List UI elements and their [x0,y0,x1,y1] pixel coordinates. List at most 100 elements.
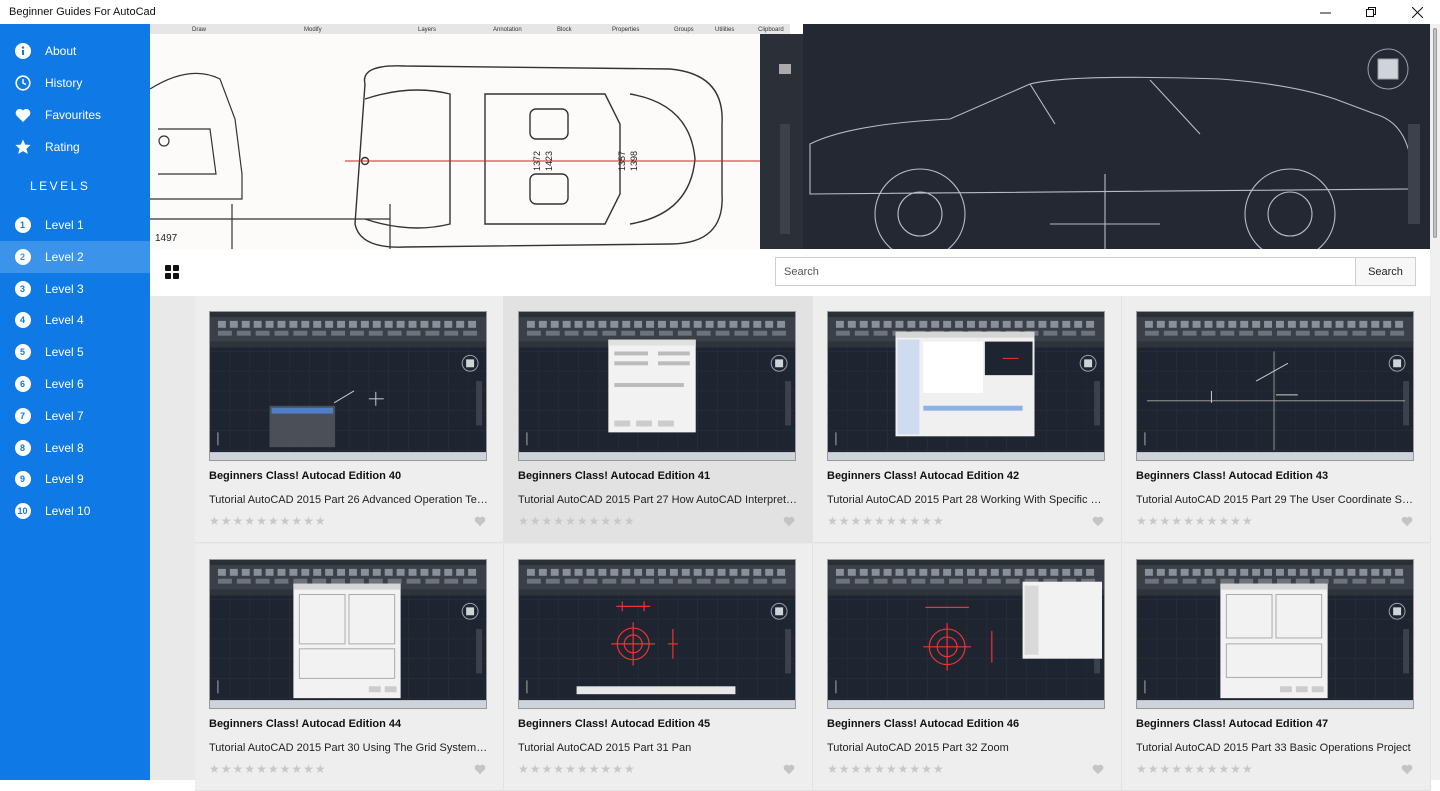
restore-button[interactable] [1348,0,1394,24]
sidebar-item-about[interactable]: About [0,35,150,67]
star-rating-icon[interactable]: ★ [1148,515,1159,527]
favourite-heart-icon[interactable] [783,516,795,527]
star-rating[interactable]: ★ ★ ★ ★ ★ ★ ★ ★ ★ ★ [1136,763,1253,775]
star-rating-icon[interactable]: ★ [518,763,529,775]
star-rating-icon[interactable]: ★ [565,763,576,775]
star-rating-icon[interactable]: ★ [612,515,623,527]
star-rating-icon[interactable]: ★ [291,515,302,527]
star-rating-icon[interactable]: ★ [233,763,244,775]
star-rating-icon[interactable]: ★ [1171,763,1182,775]
star-rating-icon[interactable]: ★ [1148,763,1159,775]
video-card[interactable]: Beginners Class! Autocad Edition 42 Tutor… [813,296,1122,543]
star-rating-icon[interactable]: ★ [612,763,623,775]
star-rating-icon[interactable]: ★ [530,763,541,775]
star-rating-icon[interactable]: ★ [933,763,944,775]
sidebar-item-level-2[interactable]: 2 Level 2 [0,240,150,273]
star-rating-icon[interactable]: ★ [862,763,873,775]
star-rating-icon[interactable]: ★ [851,763,862,775]
video-thumbnail[interactable] [209,559,487,709]
star-rating-icon[interactable]: ★ [909,763,920,775]
star-rating-icon[interactable]: ★ [291,763,302,775]
star-rating-icon[interactable]: ★ [303,515,314,527]
star-rating-icon[interactable]: ★ [221,763,232,775]
star-rating-icon[interactable]: ★ [862,515,873,527]
sidebar-item-favourites[interactable]: Favourites [0,99,150,131]
star-rating-icon[interactable]: ★ [268,763,279,775]
star-rating-icon[interactable]: ★ [1183,515,1194,527]
favourite-heart-icon[interactable] [474,764,486,775]
star-rating-icon[interactable]: ★ [209,763,220,775]
sidebar-item-level-3[interactable]: 3 Level 3 [0,273,150,305]
star-rating-icon[interactable]: ★ [1195,515,1206,527]
star-rating-icon[interactable]: ★ [839,763,850,775]
star-rating-icon[interactable]: ★ [1160,515,1171,527]
video-thumbnail[interactable] [209,311,487,461]
star-rating-icon[interactable]: ★ [209,515,220,527]
star-rating-icon[interactable]: ★ [933,515,944,527]
star-rating-icon[interactable]: ★ [303,763,314,775]
star-rating[interactable]: ★ ★ ★ ★ ★ ★ ★ ★ ★ ★ [827,763,944,775]
star-rating-icon[interactable]: ★ [1160,763,1171,775]
star-rating-icon[interactable]: ★ [315,763,326,775]
vertical-scrollbar[interactable] [1430,24,1440,780]
sidebar-item-history[interactable]: History [0,67,150,99]
star-rating-icon[interactable]: ★ [1242,515,1253,527]
video-card[interactable]: Beginners Class! Autocad Edition 44 Tutor… [195,544,504,791]
sidebar-item-level-7[interactable]: 7 Level 7 [0,400,150,432]
video-title[interactable]: Beginners Class! Autocad Edition 44 [209,718,401,730]
video-card[interactable]: Beginners Class! Autocad Edition 40 Tutor… [195,296,504,543]
star-rating[interactable]: ★ ★ ★ ★ ★ ★ ★ ★ ★ ★ [209,763,326,775]
favourite-heart-icon[interactable] [1092,516,1104,527]
star-rating-icon[interactable]: ★ [827,515,838,527]
sidebar-item-rating[interactable]: Rating [0,131,150,163]
star-rating-icon[interactable]: ★ [530,515,541,527]
sidebar-item-level-9[interactable]: 9 Level 9 [0,463,150,495]
star-rating-icon[interactable]: ★ [553,515,564,527]
star-rating-icon[interactable]: ★ [624,763,635,775]
sidebar-item-level-1[interactable]: 1 Level 1 [0,209,150,241]
star-rating-icon[interactable]: ★ [1171,515,1182,527]
sidebar-item-level-4[interactable]: 4 Level 4 [0,304,150,336]
star-rating-icon[interactable]: ★ [315,515,326,527]
star-rating-icon[interactable]: ★ [1207,763,1218,775]
video-thumbnail[interactable] [518,311,796,461]
video-thumbnail[interactable] [1136,559,1414,709]
star-rating-icon[interactable]: ★ [244,763,255,775]
video-thumbnail[interactable] [1136,311,1414,461]
sidebar-item-level-8[interactable]: 8 Level 8 [0,432,150,464]
star-rating[interactable]: ★ ★ ★ ★ ★ ★ ★ ★ ★ ★ [1136,515,1253,527]
favourite-heart-icon[interactable] [783,764,795,775]
close-button[interactable] [1394,0,1440,24]
star-rating-icon[interactable]: ★ [600,515,611,527]
video-card[interactable]: Beginners Class! Autocad Edition 45 Tutor… [504,544,813,791]
star-rating-icon[interactable]: ★ [1218,763,1229,775]
star-rating-icon[interactable]: ★ [280,515,291,527]
favourite-heart-icon[interactable] [1401,516,1413,527]
star-rating-icon[interactable]: ★ [542,763,553,775]
star-rating-icon[interactable]: ★ [256,515,267,527]
star-rating-icon[interactable]: ★ [565,515,576,527]
video-thumbnail[interactable] [518,559,796,709]
star-rating-icon[interactable]: ★ [874,515,885,527]
star-rating-icon[interactable]: ★ [898,763,909,775]
star-rating[interactable]: ★ ★ ★ ★ ★ ★ ★ ★ ★ ★ [209,515,326,527]
star-rating-icon[interactable]: ★ [553,763,564,775]
star-rating-icon[interactable]: ★ [589,515,600,527]
star-rating-icon[interactable]: ★ [921,515,932,527]
star-rating[interactable]: ★ ★ ★ ★ ★ ★ ★ ★ ★ ★ [827,515,944,527]
favourite-heart-icon[interactable] [1401,764,1413,775]
video-card[interactable]: Beginners Class! Autocad Edition 41 Tutor… [504,296,813,543]
star-rating-icon[interactable]: ★ [886,515,897,527]
star-rating-icon[interactable]: ★ [624,515,635,527]
star-rating-icon[interactable]: ★ [256,763,267,775]
video-title[interactable]: Beginners Class! Autocad Edition 40 [209,470,401,482]
star-rating-icon[interactable]: ★ [898,515,909,527]
star-rating-icon[interactable]: ★ [518,515,529,527]
search-button[interactable]: Search [1355,257,1416,286]
star-rating-icon[interactable]: ★ [1207,515,1218,527]
star-rating-icon[interactable]: ★ [1218,515,1229,527]
star-rating-icon[interactable]: ★ [542,515,553,527]
star-rating-icon[interactable]: ★ [886,763,897,775]
star-rating-icon[interactable]: ★ [1136,763,1147,775]
minimize-button[interactable] [1302,0,1348,24]
